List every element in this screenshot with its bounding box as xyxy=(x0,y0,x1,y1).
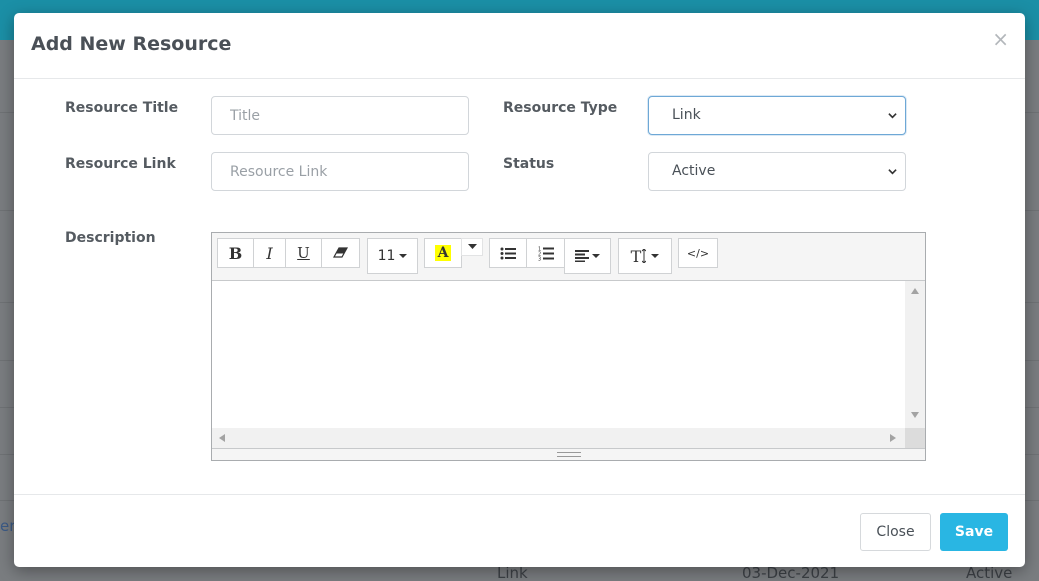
unordered-list-icon xyxy=(500,247,516,259)
editor-resize-handle[interactable] xyxy=(212,448,925,460)
scrollbar-corner xyxy=(905,428,925,448)
unordered-list-button[interactable] xyxy=(489,238,527,268)
add-resource-modal: Add New Resource × Resource Title Resour… xyxy=(14,13,1025,567)
resource-type-label: Resource Type xyxy=(503,100,618,116)
highlight-letter: A xyxy=(434,245,452,261)
caret-down-icon xyxy=(467,244,477,249)
ordered-list-button[interactable]: 1 2 3 xyxy=(526,238,565,268)
font-size-button[interactable]: 11 xyxy=(367,238,418,274)
scroll-down-icon[interactable] xyxy=(911,412,919,418)
modal-title: Add New Resource xyxy=(31,33,232,55)
status-value: Active xyxy=(672,163,716,179)
caret-down-icon xyxy=(651,254,660,258)
scroll-up-icon[interactable] xyxy=(911,288,919,294)
align-left-icon xyxy=(575,250,589,262)
status-select[interactable]: Active xyxy=(648,152,906,191)
italic-button[interactable]: I xyxy=(253,238,286,268)
svg-text:3: 3 xyxy=(538,256,541,261)
caret-down-icon xyxy=(592,254,600,258)
grip-icon xyxy=(557,452,581,457)
close-icon[interactable]: × xyxy=(992,29,1009,49)
code-view-button[interactable]: </> xyxy=(678,238,718,268)
modal-footer: Close Save xyxy=(14,494,1025,567)
resource-type-select[interactable]: Link xyxy=(648,96,906,135)
description-label: Description xyxy=(65,230,156,246)
eraser-icon xyxy=(332,247,348,258)
text-height-button[interactable]: T xyxy=(618,238,672,274)
description-textarea[interactable] xyxy=(212,281,925,428)
resource-link-label: Resource Link xyxy=(65,156,176,172)
font-size-value: 11 xyxy=(377,248,396,264)
paragraph-align-button[interactable] xyxy=(564,238,611,274)
highlight-dropdown-button[interactable] xyxy=(461,238,483,256)
underline-button[interactable]: U xyxy=(285,238,322,268)
resource-title-label: Resource Title xyxy=(65,100,179,116)
scroll-right-icon[interactable] xyxy=(890,434,896,442)
editor-toolbar: B I U 11 A 1 2 3 T </> xyxy=(212,233,925,281)
text-height-letter: T xyxy=(630,246,642,266)
vertical-scrollbar[interactable] xyxy=(905,281,925,428)
chevron-down-icon xyxy=(888,169,897,175)
resource-link-input[interactable] xyxy=(211,152,469,191)
caret-down-icon xyxy=(399,254,408,258)
ordered-list-icon: 1 2 3 xyxy=(538,246,554,261)
resource-type-value: Link xyxy=(672,107,701,123)
status-label: Status xyxy=(503,156,555,172)
modal-header: Add New Resource × xyxy=(14,13,1025,79)
close-button[interactable]: Close xyxy=(860,513,931,551)
bold-button[interactable]: B xyxy=(217,238,254,268)
resource-title-input[interactable] xyxy=(211,96,469,135)
scroll-left-icon[interactable] xyxy=(219,434,225,442)
description-editor: B I U 11 A 1 2 3 T </> xyxy=(211,232,926,461)
horizontal-scrollbar[interactable] xyxy=(212,428,905,448)
save-button[interactable]: Save xyxy=(940,513,1008,551)
chevron-down-icon xyxy=(888,113,897,119)
eraser-button[interactable] xyxy=(321,238,360,268)
line-height-icon xyxy=(642,249,647,263)
highlight-color-button[interactable]: A xyxy=(424,238,462,268)
